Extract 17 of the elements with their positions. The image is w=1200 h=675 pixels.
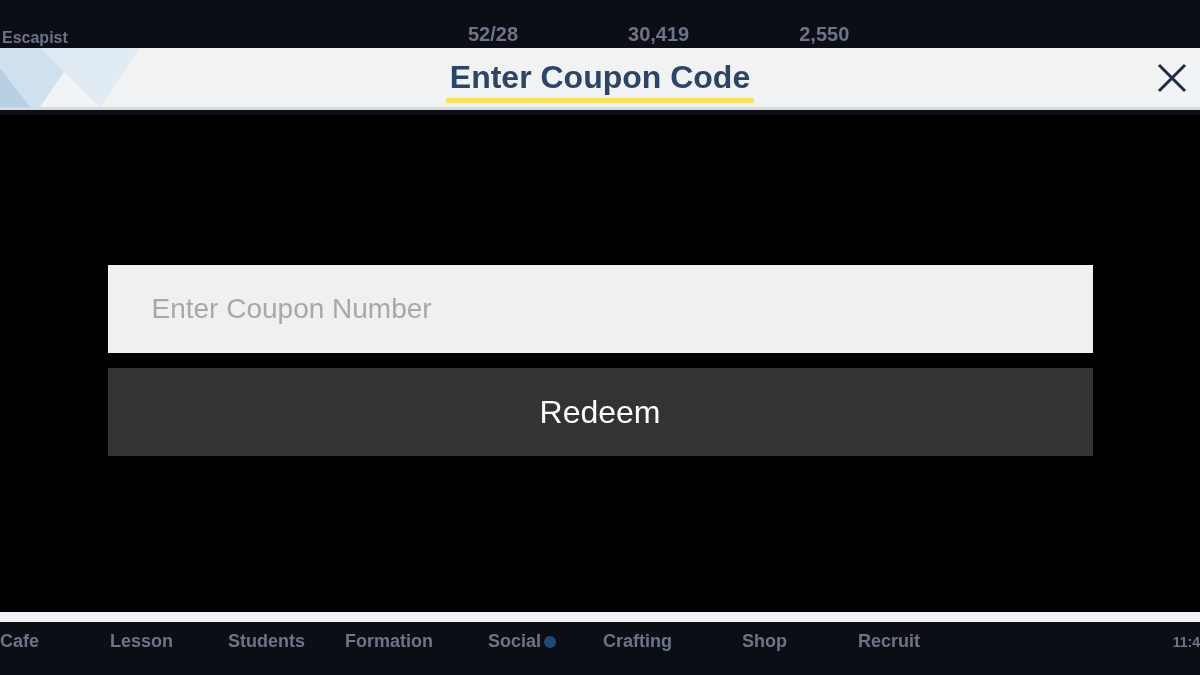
nav-item[interactable]: Cafe — [0, 628, 39, 655]
nav-item[interactable]: Shop — [742, 628, 787, 655]
nav-item[interactable]: Social — [488, 628, 557, 655]
resource-count: 30,419 — [628, 22, 690, 46]
nav-item[interactable]: Crafting — [603, 628, 672, 655]
redeem-button[interactable]: Redeem — [107, 368, 1093, 456]
coupon-input-field[interactable]: Enter Coupon Number — [107, 265, 1093, 353]
clock: 11:4 — [1172, 633, 1200, 652]
close-icon[interactable] — [1156, 62, 1188, 94]
player-name: Escapist — [2, 28, 68, 48]
resource-count: 52/28 — [468, 22, 519, 46]
nav-item[interactable]: Lesson — [110, 628, 174, 655]
dialog-title: Enter Coupon Code — [445, 56, 755, 103]
nav-item[interactable]: Students — [228, 628, 305, 655]
resource-count: 2,550 — [799, 22, 850, 46]
nav-item[interactable]: Recruit — [858, 628, 920, 655]
nav-item[interactable]: Formation — [345, 628, 433, 655]
